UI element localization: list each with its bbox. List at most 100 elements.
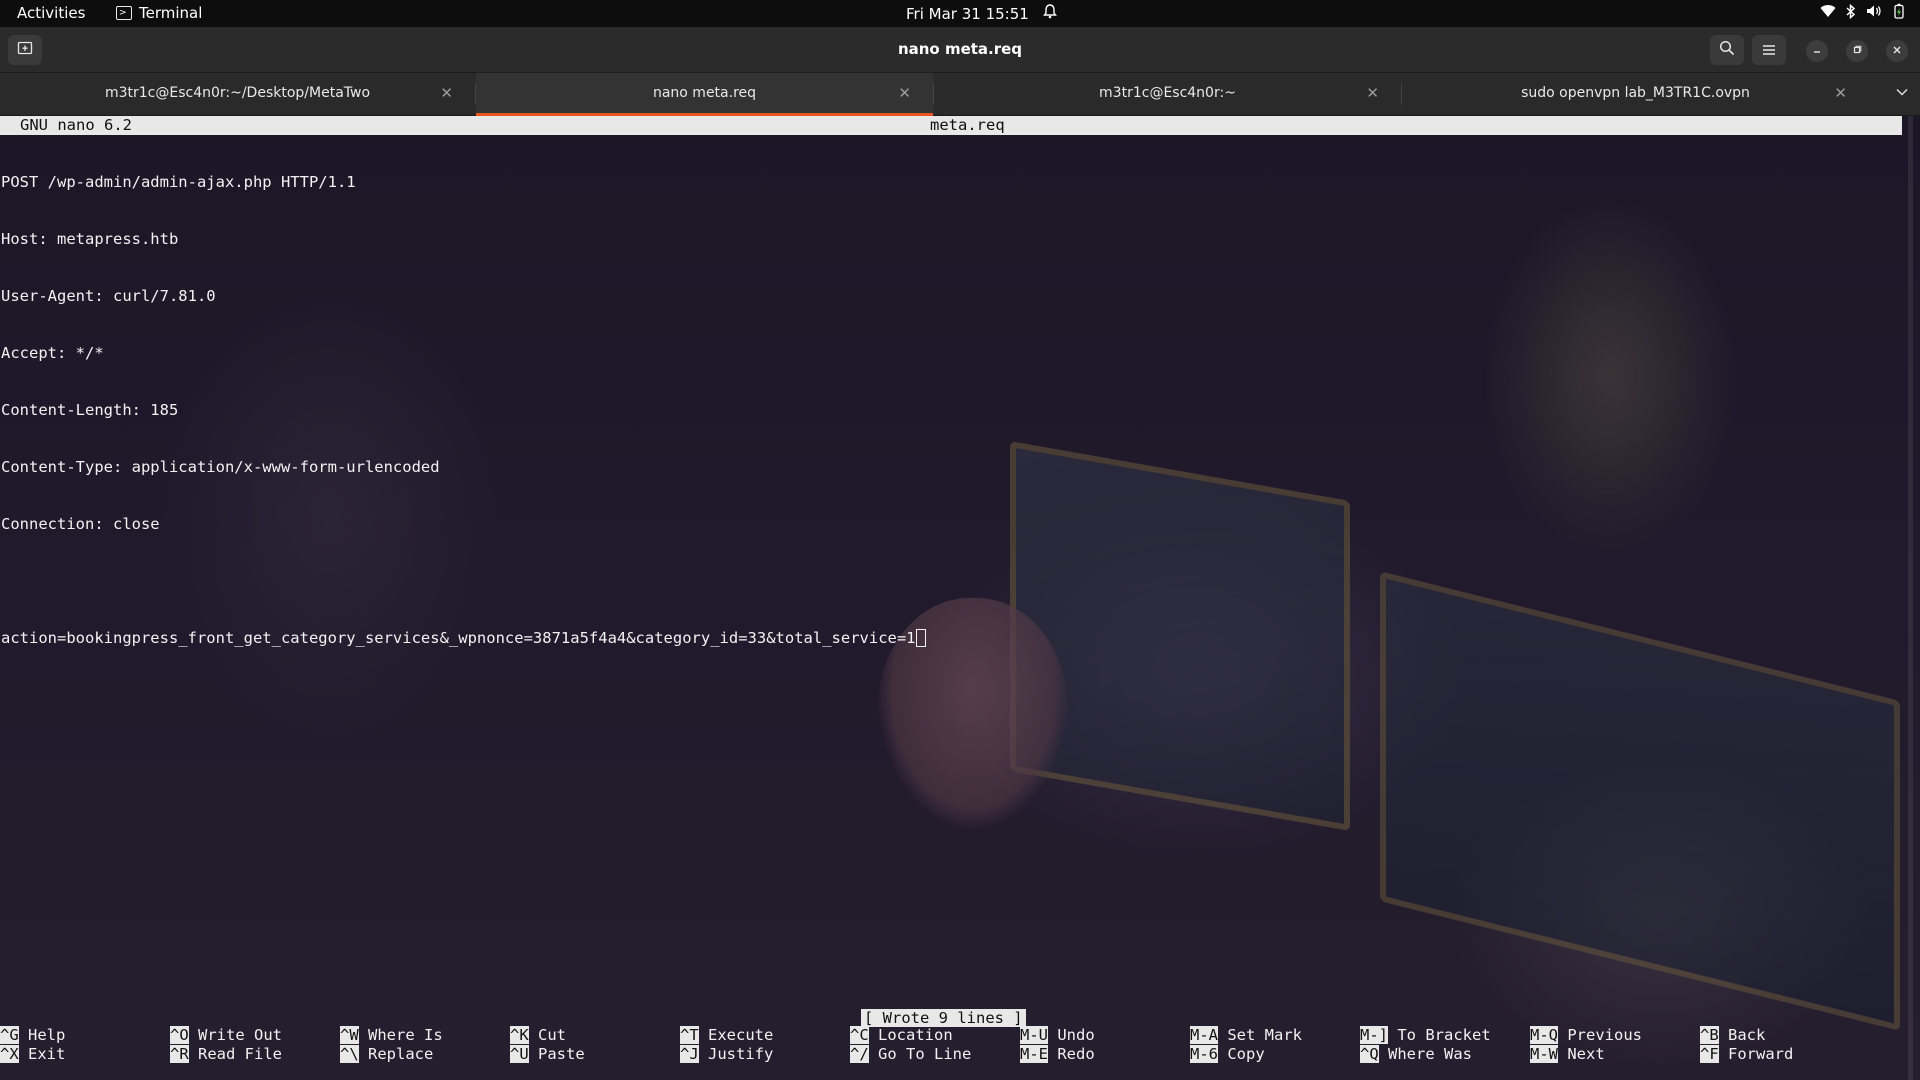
gnome-top-bar: Activities > Terminal Fri Mar 31 15:51 <box>0 0 1920 27</box>
shortcut-previous[interactable]: M-Q Previous <box>1530 1026 1700 1045</box>
clock[interactable]: Fri Mar 31 15:51 <box>906 4 1057 23</box>
shortcut-replace[interactable]: ^\ Replace <box>340 1045 510 1064</box>
menu-button[interactable] <box>1752 35 1786 65</box>
search-button[interactable] <box>1710 35 1744 65</box>
shortcut-label: Undo <box>1057 1026 1095 1044</box>
shortcut-column: ^O Write Out ^R Read File <box>170 1026 340 1064</box>
buffer-line: Content-Type: application/x-www-form-url… <box>1 458 440 476</box>
maximize-icon <box>1852 44 1862 58</box>
app-menu[interactable]: > Terminal <box>116 4 202 22</box>
shortcut-column: ^W Where Is ^\ Replace <box>340 1026 510 1064</box>
shortcut-to-bracket[interactable]: M-] To Bracket <box>1360 1026 1530 1045</box>
shortcut-label: To Bracket <box>1397 1026 1491 1044</box>
shortcut-where-was[interactable]: ^Q Where Was <box>1360 1045 1530 1064</box>
buffer-line: Connection: close <box>1 515 160 533</box>
shortcut-column: M-Q Previous M-W Next <box>1530 1026 1700 1064</box>
shortcut-cut[interactable]: ^K Cut <box>510 1026 680 1045</box>
shortcut-key: ^T <box>680 1026 699 1044</box>
minimize-icon <box>1812 44 1822 58</box>
shortcut-undo[interactable]: M-U Undo <box>1020 1026 1190 1045</box>
shortcut-key: ^G <box>0 1026 19 1044</box>
buffer-line <box>1 572 926 591</box>
shortcut-redo[interactable]: M-E Redo <box>1020 1045 1190 1064</box>
shortcut-label: Redo <box>1057 1045 1095 1063</box>
shortcut-label: Write Out <box>198 1026 283 1044</box>
tab-nano-meta-req[interactable]: nano meta.req ✕ <box>476 73 933 116</box>
buffer-line: Content-Length: 185 <box>1 401 179 419</box>
activities-button[interactable]: Activities <box>17 4 85 22</box>
shortcut-key: M-W <box>1530 1045 1558 1063</box>
tab-close-icon[interactable]: ✕ <box>898 84 911 102</box>
shortcut-key: ^J <box>680 1045 699 1063</box>
shortcut-key: ^\ <box>340 1045 359 1063</box>
shortcut-key: M-A <box>1190 1026 1218 1044</box>
shortcut-column: M-] To Bracket ^Q Where Was <box>1360 1026 1530 1064</box>
shortcut-next[interactable]: M-W Next <box>1530 1045 1700 1064</box>
shortcut-help[interactable]: ^G Help <box>0 1026 170 1045</box>
shortcut-execute[interactable]: ^T Execute <box>680 1026 850 1045</box>
shortcut-read-file[interactable]: ^R Read File <box>170 1045 340 1064</box>
tab-metatwo[interactable]: m3tr1c@Esc4n0r:~/Desktop/MetaTwo ✕ <box>0 73 475 116</box>
battery-icon <box>1892 3 1906 23</box>
shortcut-label: Replace <box>368 1045 434 1063</box>
bluetooth-icon <box>1846 3 1856 23</box>
terminal-view[interactable]: GNU nano 6.2 meta.req POST /wp-admin/adm… <box>0 116 1920 1080</box>
shortcut-column: ^G Help ^X Exit <box>0 1026 170 1064</box>
tab-home[interactable]: m3tr1c@Esc4n0r:~ ✕ <box>934 73 1401 116</box>
search-icon <box>1719 40 1735 60</box>
shortcut-key: M-] <box>1360 1026 1388 1044</box>
shortcut-location[interactable]: ^C Location <box>850 1026 1020 1045</box>
shortcut-label: Exit <box>28 1045 66 1063</box>
wallpaper-monitor-right <box>1380 571 1900 1031</box>
shortcut-forward[interactable]: ^F Forward <box>1700 1045 1870 1064</box>
tab-close-icon[interactable]: ✕ <box>440 84 453 102</box>
maximize-button[interactable] <box>1846 40 1868 62</box>
tab-close-icon[interactable]: ✕ <box>1366 84 1379 102</box>
tab-openvpn[interactable]: sudo openvpn lab_M3TR1C.ovpn ✕ <box>1402 73 1869 116</box>
terminal-scrollbar[interactable] <box>1908 116 1913 1080</box>
editor-buffer[interactable]: POST /wp-admin/admin-ajax.php HTTP/1.1 H… <box>1 135 926 686</box>
tab-close-icon[interactable]: ✕ <box>1834 84 1847 102</box>
shortcut-go-to-line[interactable]: ^/ Go To Line <box>850 1045 1020 1064</box>
shortcut-justify[interactable]: ^J Justify <box>680 1045 850 1064</box>
shortcut-key: ^X <box>0 1045 19 1063</box>
shortcut-set-mark[interactable]: M-A Set Mark <box>1190 1026 1360 1045</box>
shortcut-key: M-E <box>1020 1045 1048 1063</box>
shortcut-label: Go To Line <box>878 1045 972 1063</box>
shortcut-column: ^C Location ^/ Go To Line <box>850 1026 1020 1064</box>
shortcut-label: Previous <box>1567 1026 1642 1044</box>
shortcut-write-out[interactable]: ^O Write Out <box>170 1026 340 1045</box>
shortcut-label: Paste <box>538 1045 585 1063</box>
shortcut-key: ^B <box>1700 1026 1719 1044</box>
window-title: nano meta.req <box>897 40 1023 58</box>
chevron-down-icon[interactable] <box>1896 84 1908 100</box>
shortcut-label: Next <box>1567 1045 1605 1063</box>
tab-bar: m3tr1c@Esc4n0r:~/Desktop/MetaTwo ✕ nano … <box>0 73 1920 116</box>
shortcut-label: Cut <box>538 1026 567 1044</box>
shortcut-paste[interactable]: ^U Paste <box>510 1045 680 1064</box>
shortcut-exit[interactable]: ^X Exit <box>0 1045 170 1064</box>
minimize-button[interactable] <box>1806 40 1828 62</box>
close-icon <box>1892 44 1902 58</box>
shortcut-column: M-U Undo M-E Redo <box>1020 1026 1190 1064</box>
shortcut-label: Justify <box>708 1045 774 1063</box>
shortcut-where-is[interactable]: ^W Where Is <box>340 1026 510 1045</box>
shortcut-label: Location <box>878 1026 953 1044</box>
buffer-line: Host: metapress.htb <box>1 230 179 248</box>
shortcut-label: Where Is <box>368 1026 443 1044</box>
clock-date: Fri Mar 31 <box>906 4 981 23</box>
terminal-headerbar: nano meta.req <box>0 27 1920 73</box>
shortcut-label: Back <box>1728 1026 1766 1044</box>
shortcut-label: Execute <box>708 1026 774 1044</box>
shortcut-column: ^K Cut ^U Paste <box>510 1026 680 1064</box>
shortcut-column: ^T Execute ^J Justify <box>680 1026 850 1064</box>
close-window-button[interactable] <box>1886 40 1908 62</box>
system-tray[interactable] <box>1820 3 1906 23</box>
hamburger-menu-icon <box>1762 41 1776 60</box>
nano-title-bar: GNU nano 6.2 meta.req <box>0 116 1902 135</box>
wifi-icon <box>1820 4 1836 22</box>
shortcut-key: ^K <box>510 1026 529 1044</box>
buffer-line-cursor-row: action=bookingpress_front_get_category_s… <box>1 629 926 648</box>
shortcut-copy[interactable]: M-6 Copy <box>1190 1045 1360 1064</box>
shortcut-back[interactable]: ^B Back <box>1700 1026 1870 1045</box>
